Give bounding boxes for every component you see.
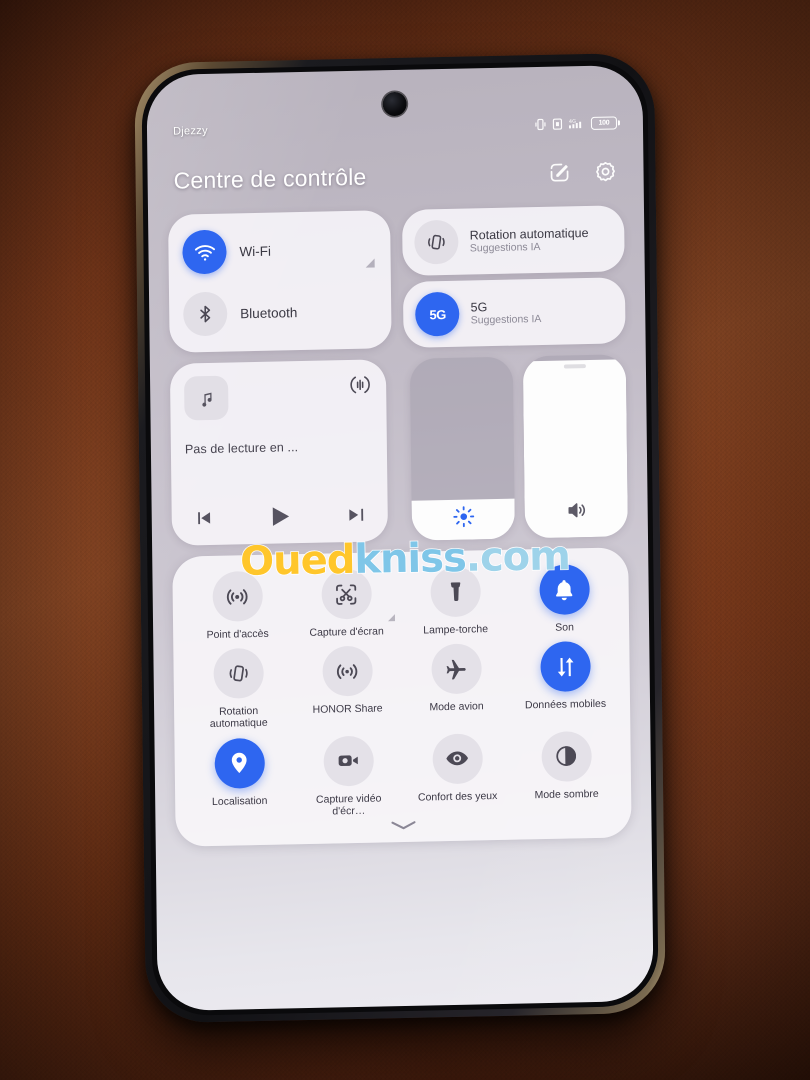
fiveg-title: 5G: [470, 299, 488, 315]
expand-triangle-icon[interactable]: [387, 614, 396, 622]
play-button[interactable]: [265, 501, 295, 532]
phone-device: Djezzy 4G 100 Centre de contrôle Wi-Fi B…: [134, 52, 666, 1024]
screen-record-icon: [322, 735, 374, 787]
toggle-tile[interactable]: Point d'accès: [182, 570, 292, 641]
next-track-button[interactable]: [346, 504, 368, 526]
auto-rotate-icon: [414, 219, 460, 265]
toggle-label: Données mobiles: [524, 697, 607, 712]
carrier-label: Djezzy: [172, 124, 208, 138]
toggle-tile[interactable]: Capture vidéo d'écr…: [293, 735, 403, 819]
sim-icon: [552, 117, 563, 130]
quick-toggles-card: Point d'accès Capture d'écran Lampe-torche…: [172, 547, 632, 847]
toggle-label: Capture vidéo d'écr…: [315, 791, 382, 818]
cast-audio-icon[interactable]: [348, 373, 372, 398]
toggle-tile[interactable]: Son: [509, 563, 619, 634]
control-center-panel: Centre de contrôle Wi-Fi Bluetooth Rotat…: [147, 143, 653, 1011]
connectivity-card: Wi-Fi Bluetooth: [168, 210, 393, 353]
control-center-header: Centre de contrôle: [167, 143, 624, 209]
media-and-sliders-row: Pas de lecture en ...: [169, 354, 628, 546]
battery-icon: 100: [590, 115, 618, 130]
auto-rotate-icon: [212, 648, 264, 700]
toggle-label: Mode avion: [429, 700, 484, 714]
toggle-label: Lampe-torche: [423, 623, 489, 637]
media-player-card: Pas de lecture en ...: [169, 359, 389, 546]
toggle-label: Capture d'écran: [309, 625, 384, 639]
location-pin-icon: [213, 737, 265, 789]
auto-rotate-tile[interactable]: Rotation automatique Suggestions IA: [402, 205, 625, 276]
toggle-label: Rotation automatique: [209, 705, 268, 731]
fiveg-subtitle: Suggestions IA: [470, 312, 542, 327]
dark-mode-icon: [540, 730, 592, 782]
wifi-toggle[interactable]: Wi-Fi: [182, 226, 377, 275]
toggle-label: Mode sombre: [534, 787, 599, 801]
toggle-tile[interactable]: Données mobiles: [510, 641, 620, 725]
flashlight-icon: [429, 566, 481, 618]
edit-square-icon[interactable]: [547, 160, 571, 185]
toggle-label: Localisation: [211, 794, 268, 808]
header-actions: [547, 159, 617, 184]
phone-screen: Djezzy 4G 100 Centre de contrôle Wi-Fi B…: [146, 64, 654, 1012]
auto-rotate-texts: Rotation automatique Suggestions IA: [470, 226, 589, 255]
fiveg-tile[interactable]: 5G 5G Suggestions IA: [403, 277, 626, 348]
sliders-group: [410, 354, 628, 541]
auto-rotate-title: Rotation automatique: [469, 225, 589, 243]
battery-level-label: 100: [598, 119, 610, 127]
brightness-slider[interactable]: [410, 356, 516, 541]
vibrate-icon: [535, 117, 546, 130]
wifi-label: Wi-Fi: [239, 243, 272, 259]
toggle-tile[interactable]: Localisation: [184, 737, 294, 821]
honor-share-icon: [321, 645, 373, 697]
svg-text:4G: 4G: [569, 118, 576, 124]
mobile-data-icon: [539, 641, 591, 693]
gear-icon[interactable]: [593, 159, 617, 184]
music-note-icon: [184, 375, 229, 421]
toggle-label: Point d'accès: [206, 627, 269, 642]
toggle-tile[interactable]: Mode avion: [401, 643, 511, 727]
toggle-label: Confort des yeux: [417, 789, 498, 804]
toggle-tile[interactable]: HONOR Share: [292, 645, 402, 729]
toggle-tile[interactable]: Lampe-torche: [400, 566, 510, 637]
network-card: Rotation automatique Suggestions IA 5G 5…: [402, 205, 626, 348]
signal-4g-icon: 4G: [569, 117, 585, 130]
previous-track-button[interactable]: [192, 507, 214, 529]
media-transport-controls: [186, 500, 375, 534]
bluetooth-label: Bluetooth: [240, 304, 298, 321]
5g-badge: 5G: [415, 291, 460, 337]
quick-toggles-grid: Point d'accès Capture d'écran Lampe-torche…: [182, 563, 621, 820]
brightness-icon: [452, 505, 474, 528]
front-camera-punch-hole: [382, 91, 407, 117]
top-tiles-row: Wi-Fi Bluetooth Rotation automatique Sug…: [168, 205, 626, 353]
status-icons: 4G 100: [535, 115, 618, 131]
volume-slider[interactable]: [522, 354, 628, 539]
toggle-tile[interactable]: Mode sombre: [511, 730, 621, 814]
slider-notch: [563, 364, 586, 369]
auto-rotate-subtitle: Suggestions IA: [469, 240, 541, 255]
volume-icon: [565, 499, 587, 521]
eye-comfort-icon: [431, 732, 483, 784]
toggle-label: HONOR Share: [312, 702, 383, 717]
fiveg-texts: 5G Suggestions IA: [470, 299, 541, 327]
airplane-icon: [430, 643, 482, 695]
5g-badge-label: 5G: [429, 306, 447, 322]
wifi-icon: [182, 229, 227, 275]
photograph-of-phone: Djezzy 4G 100 Centre de contrôle Wi-Fi B…: [0, 0, 810, 1080]
bluetooth-toggle[interactable]: Bluetooth: [182, 288, 378, 337]
toggle-label: Son: [555, 621, 575, 634]
toggle-tile[interactable]: Confort des yeux: [402, 732, 512, 816]
bell-icon: [538, 564, 590, 616]
expand-triangle-icon[interactable]: [365, 258, 376, 268]
page-title: Centre de contrôle: [173, 163, 367, 194]
hotspot-icon: [211, 570, 263, 622]
media-title: Pas de lecture en ...: [184, 440, 299, 457]
toggle-tile[interactable]: Rotation automatique: [183, 647, 293, 731]
toggle-tile[interactable]: Capture d'écran: [291, 568, 401, 639]
bluetooth-icon: [182, 291, 228, 337]
screenshot-icon: [320, 568, 372, 620]
